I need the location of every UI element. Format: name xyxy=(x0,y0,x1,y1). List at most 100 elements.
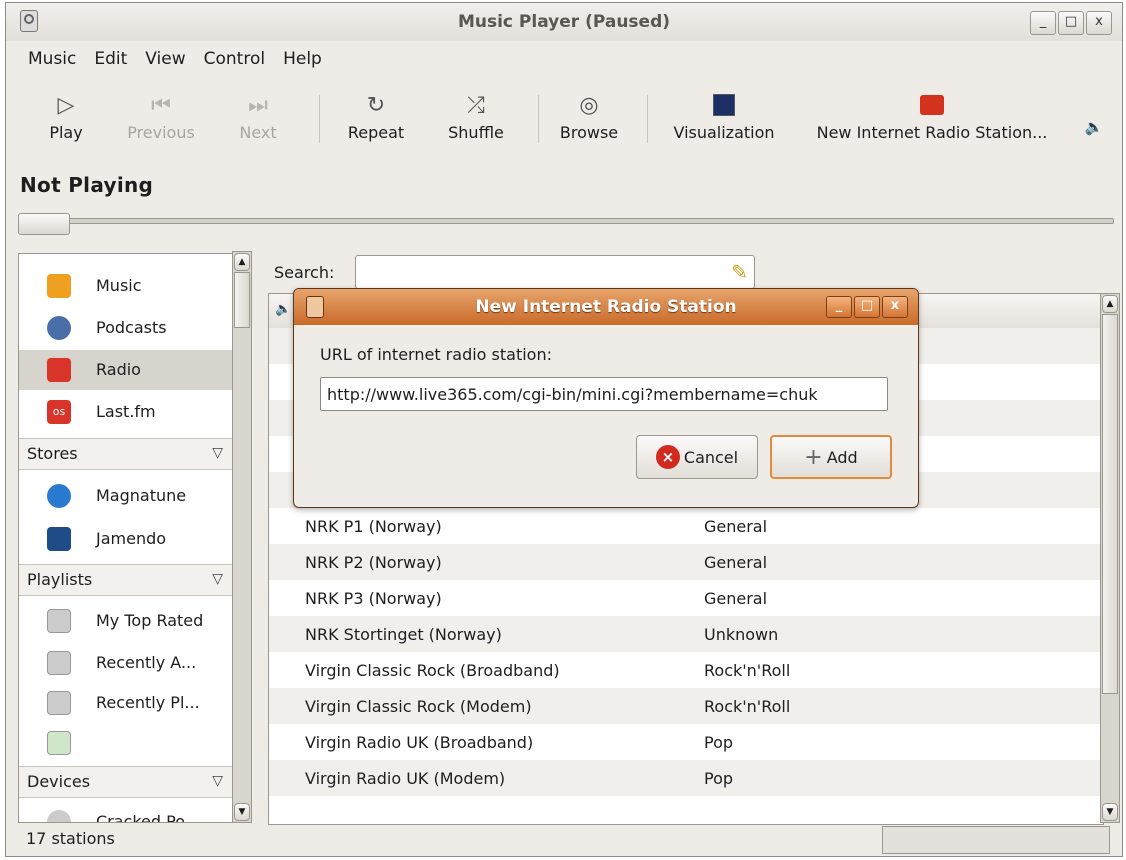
sidebar-item-label: Recently A... xyxy=(96,653,197,672)
menu-view[interactable]: View xyxy=(143,43,194,75)
scroll-up-icon[interactable]: ▲ xyxy=(234,253,250,271)
visualization-button[interactable]: Visualization xyxy=(661,87,787,142)
volume-button[interactable]: 🔈 xyxy=(1076,109,1112,145)
menu-control[interactable]: Control xyxy=(202,43,274,75)
collapse-arrow-icon[interactable]: ▽ xyxy=(212,571,223,587)
sidebar-item-my-top-rated[interactable]: My Top Rated xyxy=(19,601,235,641)
toolbar-separator xyxy=(647,95,648,143)
table-row[interactable]: NRK P2 (Norway) General xyxy=(269,544,1103,580)
sidebar-item-radio[interactable]: Radio xyxy=(19,350,235,390)
table-row[interactable]: NRK P3 (Norway) General xyxy=(269,580,1103,616)
playing-column-icon[interactable]: 🔈 xyxy=(275,302,291,317)
new-radio-label: New Internet Radio Station... xyxy=(816,123,1048,142)
cancel-icon: × xyxy=(655,445,680,469)
station-genre: General xyxy=(704,589,768,608)
url-input[interactable] xyxy=(320,377,888,411)
station-name: Virgin Radio UK (Modem) xyxy=(305,769,506,788)
title-bar[interactable]: Music Player (Paused) _ □ x xyxy=(6,3,1122,41)
shuffle-button[interactable]: ⤮ Shuffle xyxy=(436,87,516,143)
play-button[interactable]: ▷ Play xyxy=(36,87,96,143)
sidebar-item-device[interactable]: Cracked Po xyxy=(19,802,235,823)
next-button[interactable]: ⏭ Next xyxy=(228,87,288,143)
smart-playlist-gear-icon xyxy=(47,651,71,675)
sidebar-item-playlist[interactable] xyxy=(19,723,235,763)
dialog-maximize-button[interactable]: □ xyxy=(854,296,880,318)
scroll-up-icon[interactable]: ▲ xyxy=(1102,295,1118,313)
dialog-close-button[interactable]: x xyxy=(882,296,908,318)
maximize-button[interactable]: □ xyxy=(1058,11,1084,35)
stores-header[interactable]: Stores ▽ xyxy=(19,438,235,470)
toolbar-separator xyxy=(319,95,320,143)
table-row[interactable]: Virgin Radio UK (Modem) Pop xyxy=(269,760,1103,796)
status-progress-bar xyxy=(882,826,1110,854)
table-row[interactable]: NRK P1 (Norway) General xyxy=(269,508,1103,544)
cancel-label: Cancel xyxy=(683,447,739,467)
repeat-icon: ↻ xyxy=(366,92,386,118)
plus-icon: + xyxy=(804,444,823,470)
sidebar-item-music[interactable]: Music xyxy=(19,266,235,306)
station-genre: Rock'n'Roll xyxy=(704,697,791,716)
dialog-title-bar[interactable]: New Internet Radio Station _ □ x xyxy=(294,289,918,325)
podcast-icon xyxy=(47,316,71,340)
search-input[interactable]: ✎ xyxy=(355,255,755,289)
menu-help[interactable]: Help xyxy=(281,43,331,75)
stores-header-label: Stores xyxy=(27,444,78,463)
collapse-arrow-icon[interactable]: ▽ xyxy=(212,445,223,461)
table-row[interactable]: Virgin Classic Rock (Modem) Rock'n'Roll xyxy=(269,688,1103,724)
add-label: Add xyxy=(826,447,858,467)
minimize-button[interactable]: _ xyxy=(1030,11,1056,35)
sidebar-item-label: Magnatune xyxy=(96,486,187,505)
scroll-down-icon[interactable]: ▼ xyxy=(1102,803,1118,821)
sidebar-scrollbar[interactable]: ▲ ▼ xyxy=(232,251,252,823)
window-title: Music Player (Paused) xyxy=(457,12,671,32)
sidebar-item-label: Music xyxy=(96,276,142,295)
station-genre: General xyxy=(704,517,768,536)
close-button[interactable]: x xyxy=(1086,11,1112,35)
dialog-minimize-button[interactable]: _ xyxy=(826,296,852,318)
cancel-button[interactable]: × Cancel xyxy=(636,435,758,479)
seek-track[interactable] xyxy=(20,218,1114,224)
sidebar-item-recently-added[interactable]: Recently A... xyxy=(19,643,235,683)
seek-slider-handle[interactable] xyxy=(18,213,70,235)
previous-label: Previous xyxy=(127,123,195,142)
repeat-label: Repeat xyxy=(347,123,405,142)
sidebar-item-jamendo[interactable]: Jamendo xyxy=(19,519,235,559)
playlists-header[interactable]: Playlists ▽ xyxy=(19,564,235,596)
playlists-header-label: Playlists xyxy=(27,570,93,589)
now-playing-label: Not Playing xyxy=(20,173,154,197)
scroll-down-icon[interactable]: ▼ xyxy=(234,803,250,821)
sidebar-item-podcasts[interactable]: Podcasts xyxy=(19,308,235,348)
playlist-icon xyxy=(47,731,71,755)
list-scrollbar[interactable]: ▲ ▼ xyxy=(1100,293,1120,823)
sidebar-item-recently-played[interactable]: Recently Pl... xyxy=(19,683,235,723)
visualization-icon xyxy=(661,87,787,123)
scroll-thumb[interactable] xyxy=(1102,314,1118,694)
scroll-thumb[interactable] xyxy=(234,272,250,328)
clear-search-icon[interactable]: ✎ xyxy=(731,260,748,284)
status-text: 17 stations xyxy=(26,829,115,848)
repeat-button[interactable]: ↻ Repeat xyxy=(336,87,416,143)
new-radio-station-button[interactable]: New Internet Radio Station... xyxy=(796,87,1068,142)
devices-header[interactable]: Devices ▽ xyxy=(19,766,235,798)
sidebar-item-lastfm[interactable]: os Last.fm xyxy=(19,392,235,432)
previous-button[interactable]: ⏮ Previous xyxy=(116,87,206,143)
smart-playlist-gear-icon xyxy=(47,691,71,715)
sidebar-item-magnatune[interactable]: Magnatune xyxy=(19,476,235,516)
menu-edit[interactable]: Edit xyxy=(92,43,136,75)
add-button[interactable]: + Add xyxy=(770,435,892,479)
jamendo-icon xyxy=(47,527,71,551)
radio-icon xyxy=(47,358,71,382)
station-name: NRK Stortinget (Norway) xyxy=(305,625,502,644)
table-row[interactable]: Virgin Radio UK (Broadband) Pop xyxy=(269,724,1103,760)
sidebar-item-label: My Top Rated xyxy=(96,611,204,630)
table-row[interactable]: Virgin Classic Rock (Broadband) Rock'n'Ro… xyxy=(269,652,1103,688)
play-label: Play xyxy=(49,123,83,142)
magnatune-icon xyxy=(47,484,71,508)
browse-button[interactable]: ◎ Browse xyxy=(551,87,627,143)
sidebar-item-label: Cracked Po xyxy=(96,812,185,823)
shuffle-label: Shuffle xyxy=(448,123,504,142)
menu-music[interactable]: Music xyxy=(6,43,85,75)
collapse-arrow-icon[interactable]: ▽ xyxy=(212,773,223,789)
table-row[interactable]: NRK Stortinget (Norway) Unknown xyxy=(269,616,1103,652)
station-name: Virgin Radio UK (Broadband) xyxy=(305,733,534,752)
